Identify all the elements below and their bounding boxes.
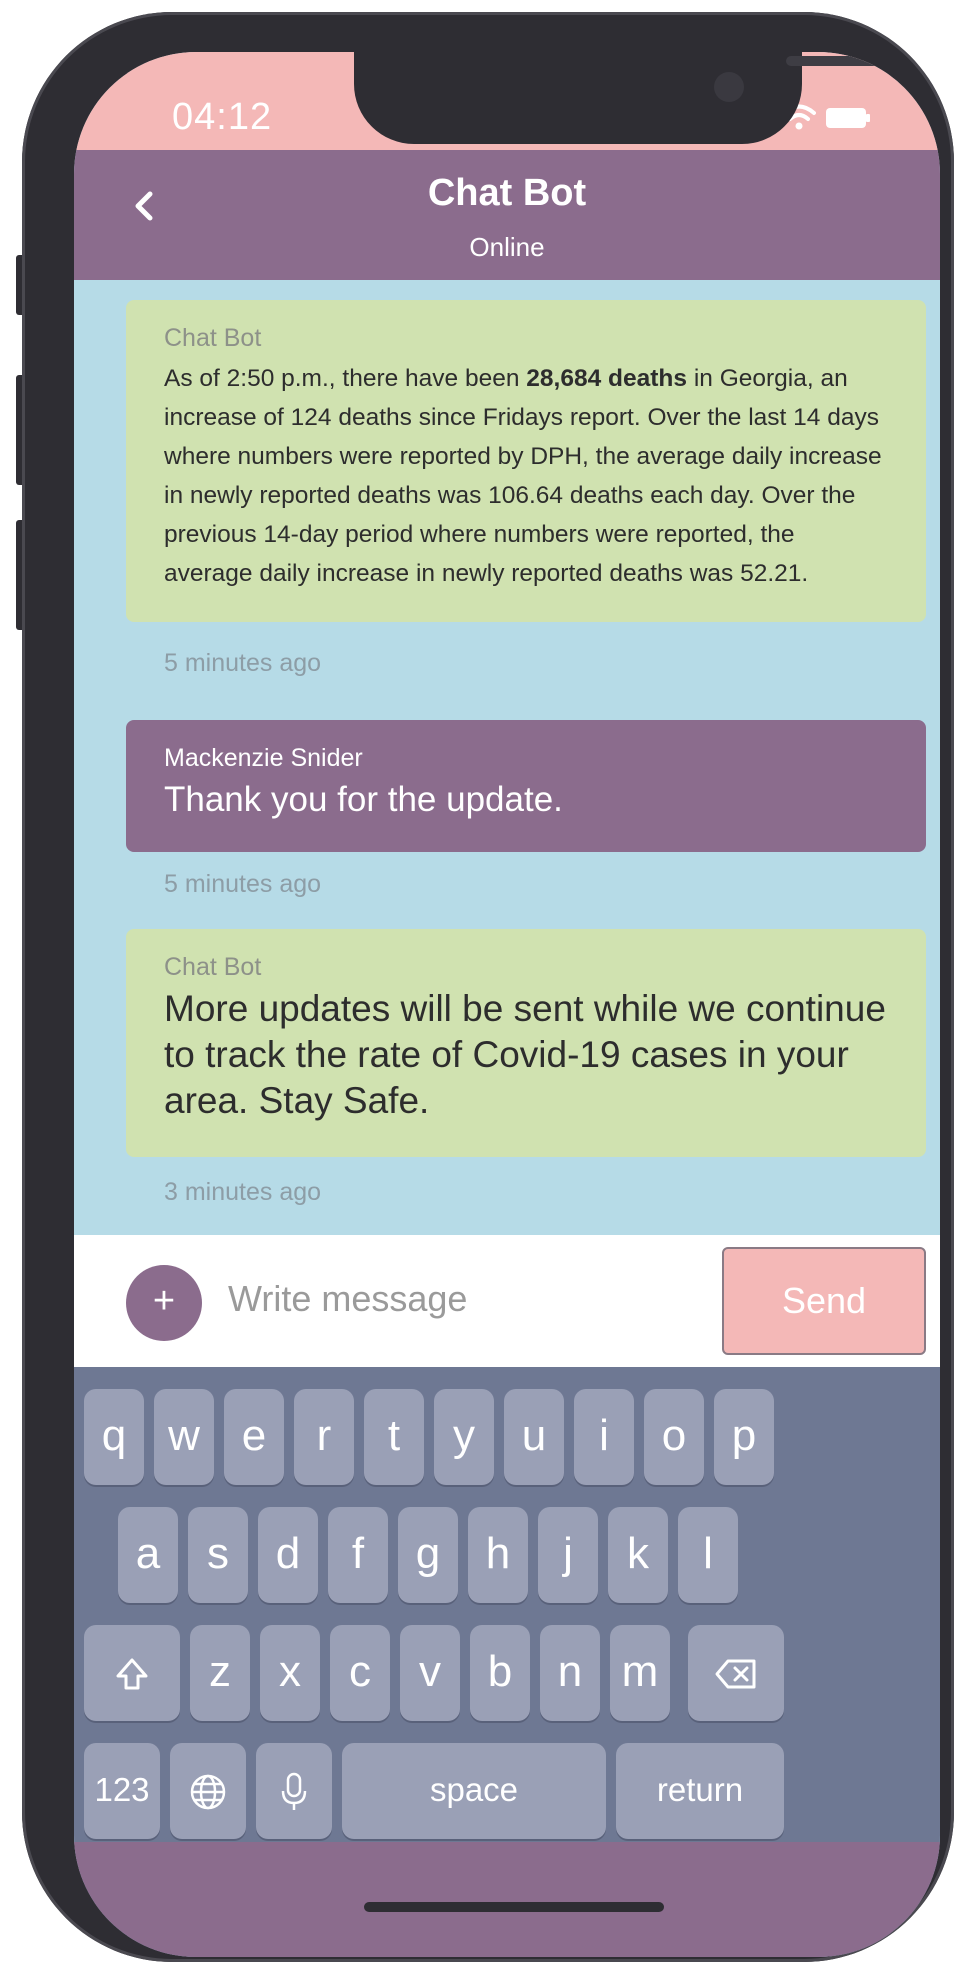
message-timestamp: 5 minutes ago — [164, 649, 322, 677]
key-s[interactable]: s — [188, 1507, 248, 1603]
key-t[interactable]: t — [364, 1389, 424, 1485]
key-g[interactable]: g — [398, 1507, 458, 1603]
message-composer: + Send — [74, 1235, 940, 1367]
key-u[interactable]: u — [504, 1389, 564, 1485]
key-w[interactable]: w — [154, 1389, 214, 1485]
key-r[interactable]: r — [294, 1389, 354, 1485]
key-c[interactable]: c — [330, 1625, 390, 1721]
key-o[interactable]: o — [644, 1389, 704, 1485]
backspace-key[interactable] — [688, 1625, 784, 1721]
message-input[interactable] — [214, 1249, 604, 1349]
bot-message-bubble: Chat Bot As of 2:50 p.m., there have bee… — [126, 300, 926, 622]
microphone-key[interactable] — [256, 1743, 332, 1839]
notch — [354, 52, 922, 144]
key-a[interactable]: a — [118, 1507, 178, 1603]
numbers-key[interactable]: 123 — [84, 1743, 160, 1839]
user-message-bubble: Mackenzie Snider Thank you for the updat… — [126, 720, 926, 852]
front-camera — [714, 72, 744, 102]
key-x[interactable]: x — [260, 1625, 320, 1721]
home-indicator-area — [74, 1842, 940, 1957]
key-i[interactable]: i — [574, 1389, 634, 1485]
key-e[interactable]: e — [224, 1389, 284, 1485]
home-indicator[interactable] — [364, 1902, 664, 1912]
microphone-icon — [281, 1773, 307, 1811]
key-b[interactable]: b — [470, 1625, 530, 1721]
message-sender: Chat Bot — [164, 324, 262, 352]
phone-screen: 04:12 Chat Bot Online Chat Bot As of 2:5… — [74, 52, 940, 1957]
key-n[interactable]: n — [540, 1625, 600, 1721]
online-status: Online — [469, 232, 545, 262]
message-text: As of 2:50 p.m., there have been 28,684 … — [164, 365, 882, 587]
chat-header: Chat Bot Online — [74, 150, 940, 280]
key-l[interactable]: l — [678, 1507, 738, 1603]
key-d[interactable]: d — [258, 1507, 318, 1603]
key-p[interactable]: p — [714, 1389, 774, 1485]
message-timestamp: 3 minutes ago — [164, 1178, 322, 1206]
chat-title: Chat Bot — [427, 172, 587, 214]
status-time: 04:12 — [172, 96, 273, 138]
globe-icon — [190, 1775, 226, 1810]
space-key[interactable]: space — [342, 1743, 606, 1839]
key-j[interactable]: j — [538, 1507, 598, 1603]
key-k[interactable]: k — [608, 1507, 668, 1603]
message-sender: Chat Bot — [164, 953, 262, 981]
shift-arrow-icon — [116, 1658, 148, 1690]
key-z[interactable]: z — [190, 1625, 250, 1721]
backspace-icon — [715, 1659, 756, 1689]
message-sender: Mackenzie Snider — [164, 744, 363, 772]
send-button[interactable]: Send — [722, 1247, 926, 1355]
key-m[interactable]: m — [610, 1625, 670, 1721]
message-text: Thank you for the update. — [164, 780, 563, 819]
battery-icon — [826, 108, 870, 128]
death-count: 28,684 deaths — [526, 365, 688, 392]
key-y[interactable]: y — [434, 1389, 494, 1485]
earpiece-speaker — [786, 56, 922, 66]
globe-key[interactable] — [170, 1743, 246, 1839]
add-attachment-button[interactable]: + — [126, 1265, 202, 1341]
key-q[interactable]: q — [84, 1389, 144, 1485]
phone-frame: 04:12 Chat Bot Online Chat Bot As of 2:5… — [22, 12, 954, 1962]
shift-key[interactable] — [84, 1625, 180, 1721]
key-v[interactable]: v — [400, 1625, 460, 1721]
bot-message-bubble: Chat Bot More updates will be sent while… — [126, 929, 926, 1157]
message-text: More updates will be sent while we conti… — [164, 988, 886, 1121]
key-f[interactable]: f — [328, 1507, 388, 1603]
return-key[interactable]: return — [616, 1743, 784, 1839]
key-h[interactable]: h — [468, 1507, 528, 1603]
message-timestamp: 5 minutes ago — [164, 870, 322, 898]
